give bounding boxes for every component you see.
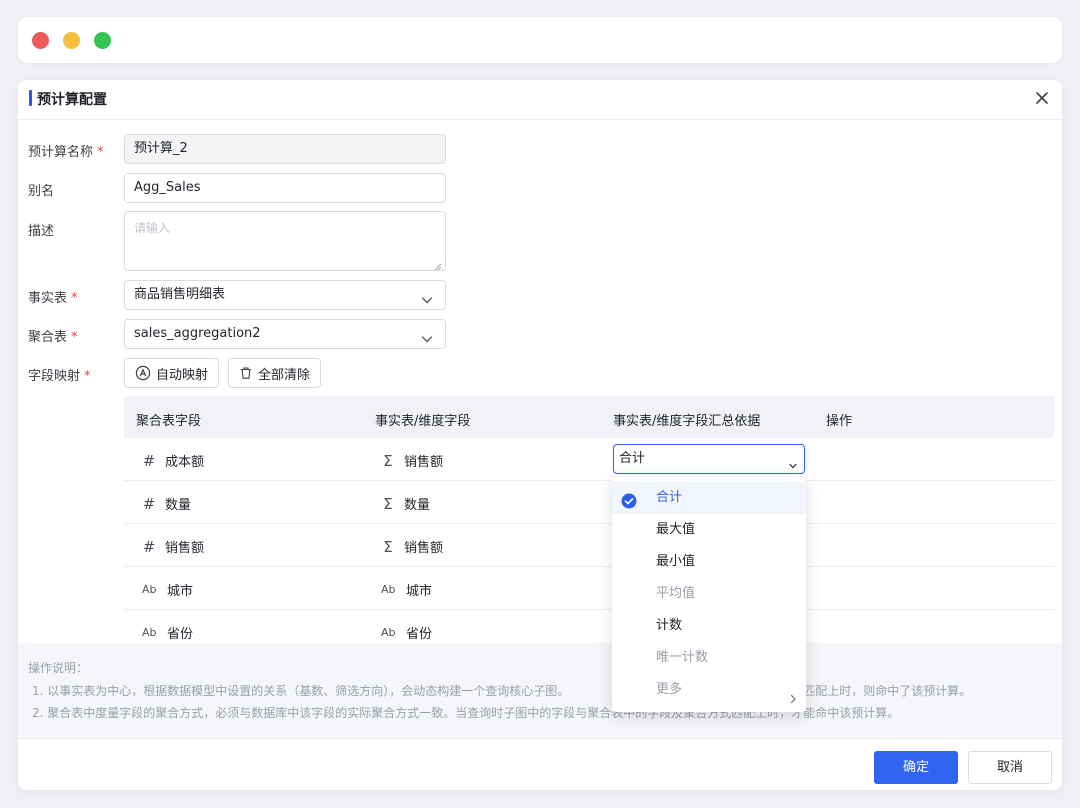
column-header: 事实表/维度字段汇总依据 [613, 414, 761, 429]
sigma-icon: Σ [383, 537, 393, 556]
column-header: 聚合表字段 [136, 414, 202, 429]
fact-field-name: 省份 [406, 627, 433, 642]
table-header: 聚合表字段 事实表/维度字段 事实表/维度字段汇总依据 操作 [124, 396, 1054, 438]
window-close-dot[interactable] [32, 32, 49, 49]
dropdown-option-distinct-count[interactable]: 唯一计数 [612, 642, 806, 674]
auto-map-button[interactable]: 自动映射 [124, 358, 220, 388]
window-maximize-dot[interactable] [94, 32, 111, 49]
dropdown-option-more[interactable]: 更多 [612, 674, 806, 706]
table-row: # 成本额 Σ 销售额 [124, 438, 1054, 481]
text-type-icon: Ab [142, 626, 157, 639]
window-minimize-dot[interactable] [63, 32, 80, 49]
confirm-button[interactable]: 确定 [874, 751, 958, 784]
chevron-down-icon [421, 289, 433, 304]
text-type-icon: Ab [142, 583, 157, 596]
fact-table-label: 事实表 * [28, 291, 78, 306]
check-circle-icon [621, 490, 637, 509]
agg-field-name: 成本额 [165, 455, 205, 470]
instruction-line-1: 1. 以事实表为中心，根据数据模型中设置的关系（基数、筛选方向），会动态构建一个… [32, 684, 972, 698]
description-placeholder: 请输入 [134, 221, 171, 235]
close-icon[interactable] [1032, 88, 1052, 108]
chevron-right-icon [788, 685, 798, 704]
fact-table-select[interactable]: 商品销售明细表 [124, 280, 446, 310]
dropdown-option-avg[interactable]: 平均值 [612, 578, 806, 610]
dropdown-option-max[interactable]: 最大值 [612, 514, 806, 546]
fact-field-name: 数量 [404, 498, 431, 513]
dialog-footer: 确定 取消 [18, 738, 1062, 790]
trash-icon [241, 367, 251, 379]
precompute-config-dialog: 预计算配置 预计算名称 * 预计算_2 别名 Agg_Sales 描述 请输入 事… [18, 80, 1062, 790]
number-icon: # [142, 494, 156, 513]
table-row: # 销售额 Σ 销售额 [124, 524, 1054, 567]
number-icon: # [142, 537, 156, 556]
agg-field-name: 数量 [165, 498, 192, 513]
alias-field[interactable]: Agg_Sales [124, 173, 446, 203]
clear-all-button[interactable]: 全部清除 [228, 358, 322, 388]
sigma-icon: Σ [383, 451, 393, 470]
dialog-title: 预计算配置 [37, 92, 107, 108]
dropdown-option-min[interactable]: 最小值 [612, 546, 806, 578]
auto-map-icon [135, 365, 151, 381]
window-titlebar [18, 17, 1062, 63]
agg-table-label: 聚合表 * [28, 330, 78, 345]
text-type-icon: Ab [381, 626, 396, 639]
alias-label: 别名 [28, 184, 55, 199]
dropdown-option-sum[interactable]: 合计 [612, 482, 806, 514]
instructions-title: 操作说明： [28, 661, 89, 675]
text-type-icon: Ab [381, 583, 396, 596]
chevron-down-icon [421, 328, 433, 343]
fact-field-name: 销售额 [404, 455, 444, 470]
fact-field-name: 销售额 [404, 541, 444, 556]
table-row: # 数量 Σ 数量 [124, 481, 1054, 524]
agg-field-name: 省份 [167, 627, 194, 642]
agg-field-name: 城市 [167, 584, 194, 599]
agg-field-name: 销售额 [165, 541, 205, 556]
instruction-line-2: 2. 聚合表中度量字段的聚合方式，必须与数据库中该字段的实际聚合方式一致。当查询… [32, 706, 900, 720]
table-row: Ab 城市 Ab 城市 [124, 567, 1054, 610]
aggregation-basis-select[interactable]: 合计 [613, 444, 805, 474]
column-header: 操作 [826, 414, 853, 429]
dialog-header: 预计算配置 [18, 80, 1062, 120]
title-accent-bar [29, 90, 32, 106]
chevron-down-icon [788, 454, 798, 469]
field-mapping-label: 字段映射 * [28, 369, 91, 384]
dropdown-option-count[interactable]: 计数 [612, 610, 806, 642]
number-icon: # [142, 451, 156, 470]
name-field[interactable]: 预计算_2 [124, 134, 446, 164]
required-mark: * [97, 145, 104, 160]
resize-handle-icon[interactable] [434, 259, 442, 271]
aggregation-dropdown-menu: 合计 最大值 最小值 平均值 计数 唯一计数 更多 [612, 477, 806, 712]
column-header: 事实表/维度字段 [375, 414, 471, 429]
description-textarea[interactable]: 请输入 [124, 211, 446, 271]
name-label: 预计算名称 * [28, 145, 104, 160]
instructions-panel: 操作说明： 1. 以事实表为中心，根据数据模型中设置的关系（基数、筛选方向），会… [18, 643, 1062, 738]
sigma-icon: Σ [383, 494, 393, 513]
description-label: 描述 [28, 224, 55, 239]
cancel-button[interactable]: 取消 [968, 751, 1052, 784]
agg-table-select[interactable]: sales_aggregation2 [124, 319, 446, 349]
fact-field-name: 城市 [406, 584, 433, 599]
